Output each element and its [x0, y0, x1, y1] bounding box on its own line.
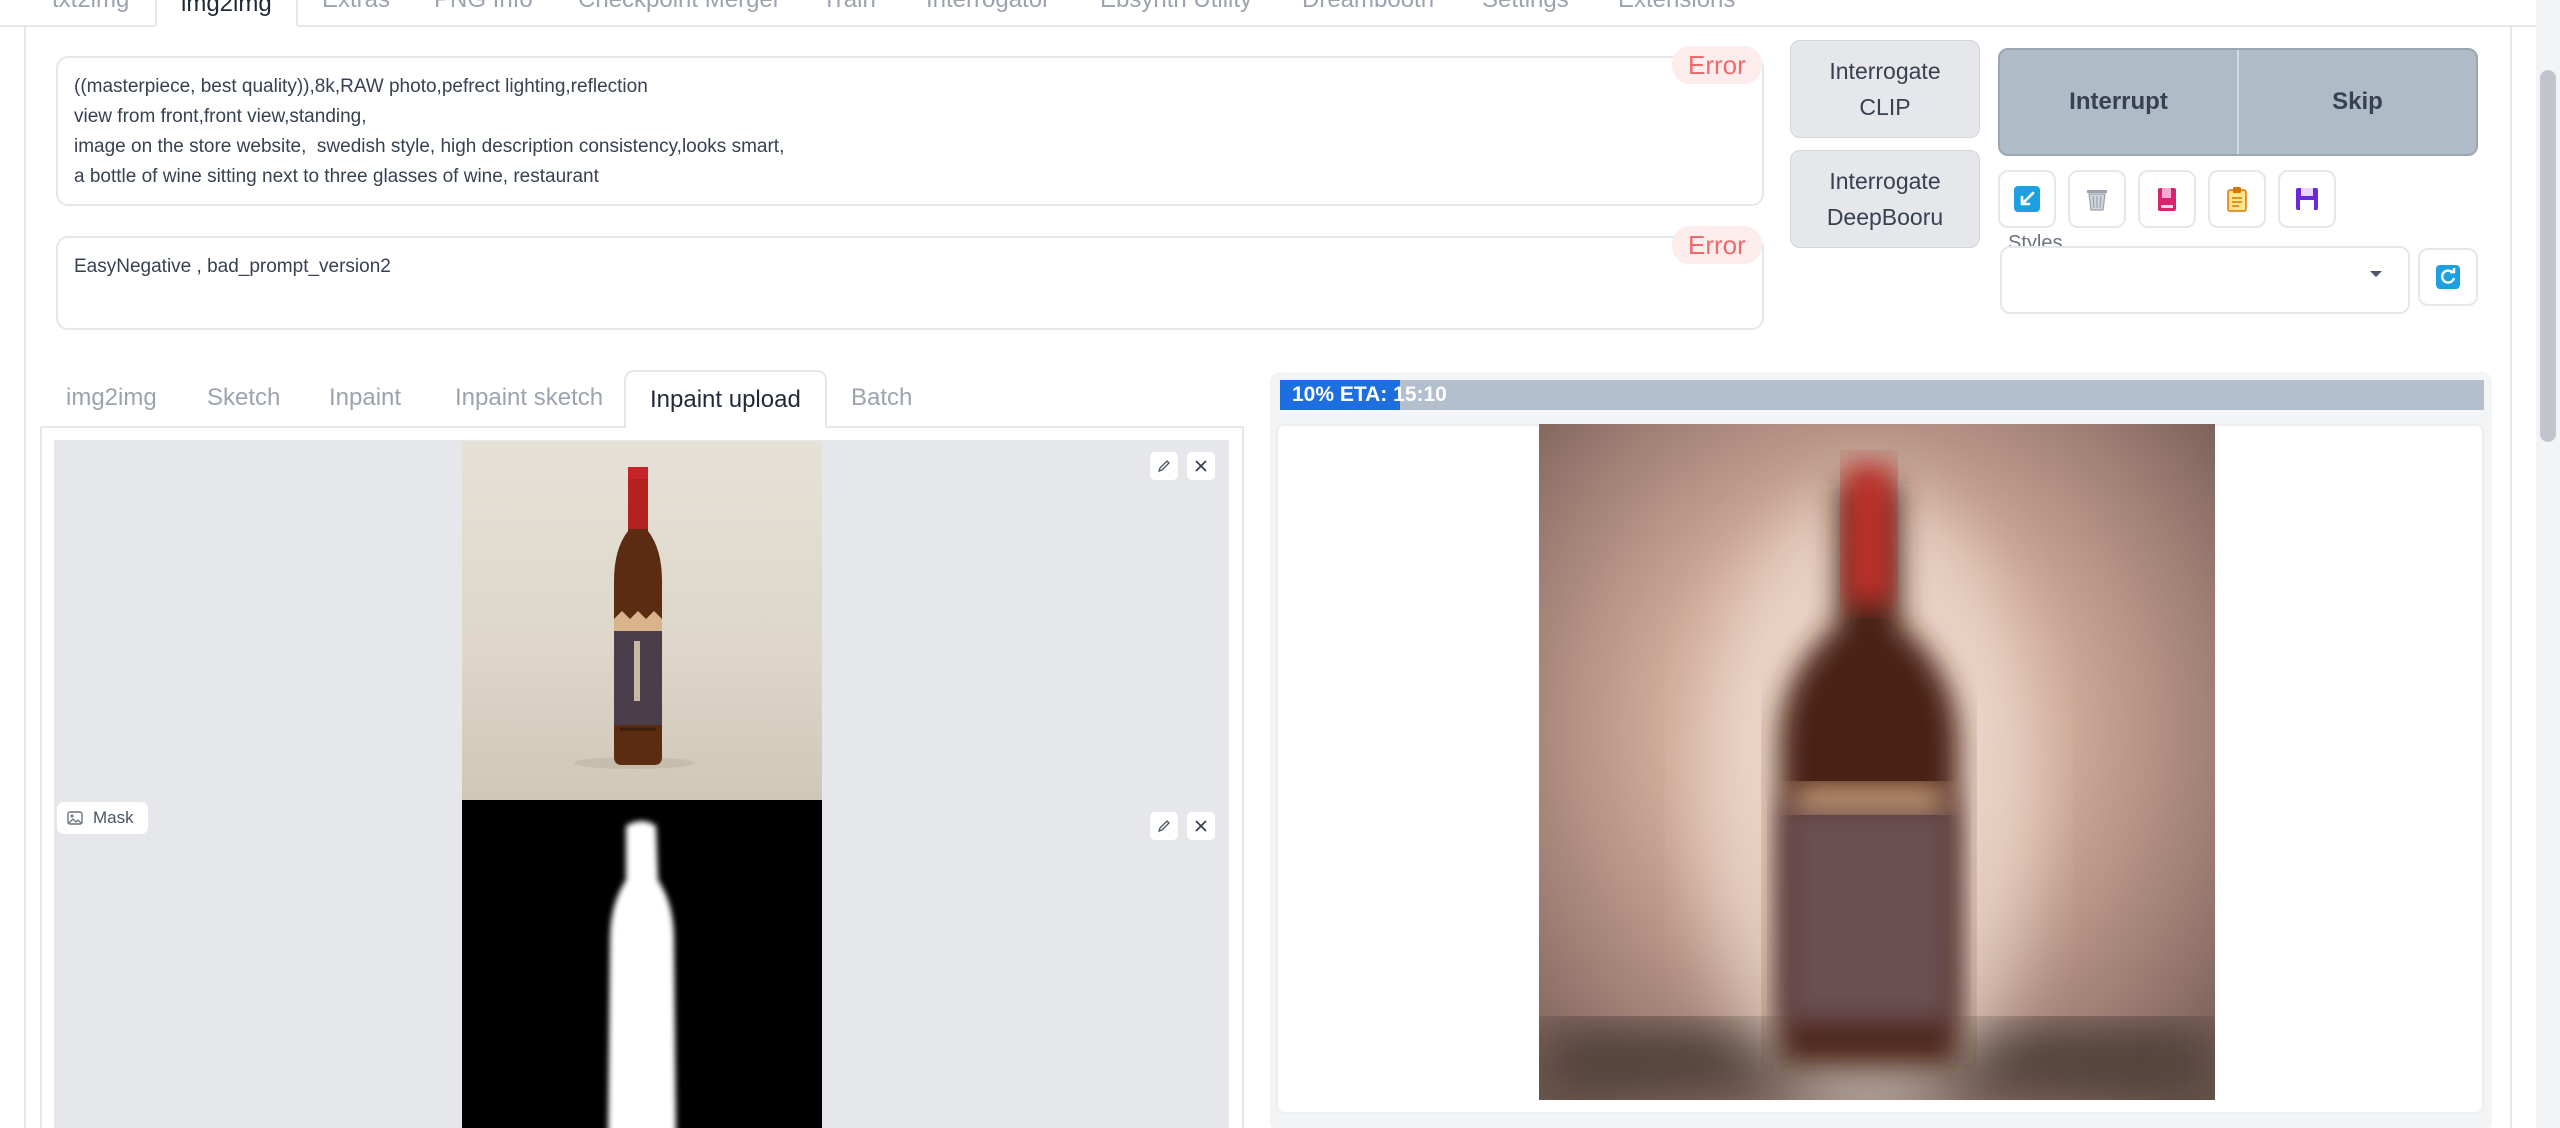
prompt-error-badge: Error	[1672, 46, 1762, 84]
tab-inpaint-upload[interactable]: Inpaint upload	[624, 370, 827, 430]
trash-icon	[2087, 190, 2107, 211]
mask-label-badge: Mask	[56, 801, 149, 835]
image-mode-tabs: img2img Sketch Inpaint Inpaint sketch In…	[40, 370, 1244, 430]
tab-checkpoint-merger[interactable]: Checkpoint Merger	[578, 0, 781, 14]
progress-bar: 10% ETA: 15:10	[1280, 380, 2484, 410]
edit-image-button[interactable]	[1149, 451, 1179, 481]
clipboard-icon	[2227, 187, 2247, 212]
tab-sketch[interactable]: Sketch	[207, 384, 280, 412]
arrow-to-prompt-icon	[2014, 186, 2040, 212]
tab-inpaint-sketch[interactable]: Inpaint sketch	[455, 384, 603, 412]
pencil-icon	[1157, 820, 1170, 833]
prompt-line: image on the store website, swedish styl…	[74, 136, 785, 157]
remove-image-button[interactable]	[1186, 451, 1216, 481]
mask-silhouette	[608, 821, 676, 1128]
mask-image[interactable]	[462, 800, 822, 1128]
negative-prompt-text: EasyNegative , bad_prompt_version2	[74, 256, 391, 277]
tab-img2img[interactable]: img2img	[155, 0, 298, 27]
read-params-button[interactable]	[1998, 170, 2056, 228]
interrogate-clip-button[interactable]: Interrogate CLIP	[1790, 40, 1980, 138]
interrupt-button[interactable]: Interrupt	[2000, 50, 2237, 154]
prompt-line: view from front,front view,standing,	[74, 106, 367, 127]
close-icon	[1195, 460, 1207, 472]
interrogate-deepbooru-label-2: DeepBooru	[1826, 204, 1944, 230]
prompt-line: a bottle of wine sitting next to three g…	[74, 166, 599, 187]
tab-png-info[interactable]: PNG Info	[434, 0, 533, 14]
tab-interrogator[interactable]: Interrogator	[926, 0, 1050, 14]
remove-mask-button[interactable]	[1186, 811, 1216, 841]
skip-button[interactable]: Skip	[2237, 50, 2476, 154]
save-icon	[2296, 188, 2318, 210]
interrogate-clip-label-2: CLIP	[1859, 94, 1911, 120]
tab-batch[interactable]: Batch	[851, 384, 912, 412]
clear-prompt-button[interactable]	[2068, 170, 2126, 228]
interrogate-clip-label-1: Interrogate	[1829, 58, 1941, 84]
wine-bottle-image	[574, 467, 694, 769]
tab-settings[interactable]: Settings	[1482, 0, 1569, 14]
image-icon	[67, 811, 83, 825]
edit-mask-button[interactable]	[1149, 811, 1179, 841]
tab-ebsynth-utility[interactable]: Ebsynth Utility	[1100, 0, 1252, 14]
negative-prompt-error-badge: Error	[1672, 226, 1762, 264]
negative-prompt-input[interactable]: EasyNegative , bad_prompt_version2	[56, 236, 1764, 330]
source-image[interactable]	[462, 441, 822, 801]
tab-img2img-mode[interactable]: img2img	[66, 384, 157, 412]
close-icon	[1195, 820, 1207, 832]
chevron-down-icon	[2370, 271, 2382, 277]
tab-dreambooth[interactable]: Dreambooth	[1302, 0, 1434, 14]
pencil-icon	[1157, 460, 1170, 473]
interrogate-deepbooru-label-1: Interrogate	[1829, 168, 1941, 194]
tab-extensions[interactable]: Extensions	[1618, 0, 1735, 14]
refresh-styles-button[interactable]	[2418, 248, 2478, 306]
refresh-icon	[2436, 265, 2460, 289]
interrupt-skip-group: Interrupt Skip	[1998, 48, 2478, 156]
top-tab-bar: txt2img img2img Extras PNG Info Checkpoi…	[0, 0, 2536, 27]
prompt-input[interactable]: ((masterpiece, best quality)),8k,RAW pho…	[56, 56, 1764, 206]
extra-networks-button[interactable]	[2138, 170, 2196, 228]
tab-inpaint[interactable]: Inpaint	[329, 384, 401, 412]
progress-text: 10% ETA: 15:10	[1292, 383, 1447, 406]
tab-extras[interactable]: Extras	[322, 0, 390, 14]
styles-dropdown[interactable]	[2000, 246, 2410, 314]
blurred-bottle-preview	[1539, 464, 2215, 1100]
book-icon	[2158, 188, 2176, 211]
interrogate-deepbooru-button[interactable]: Interrogate DeepBooru	[1790, 150, 1980, 248]
tab-txt2img[interactable]: txt2img	[52, 0, 129, 14]
tab-train[interactable]: Train	[822, 0, 876, 14]
apply-style-button[interactable]	[2208, 170, 2266, 228]
mask-label-text: Mask	[93, 808, 134, 827]
save-style-button[interactable]	[2278, 170, 2336, 228]
preview-image[interactable]	[1539, 424, 2215, 1100]
scrollbar-thumb[interactable]	[2540, 70, 2556, 442]
prompt-line: ((masterpiece, best quality)),8k,RAW pho…	[74, 76, 648, 97]
